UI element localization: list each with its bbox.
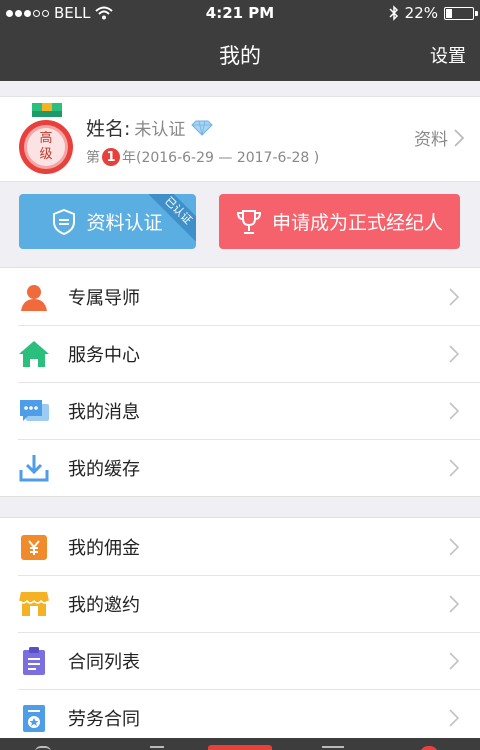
- name-value: 未认证: [134, 120, 186, 140]
- clipboard-icon: [18, 645, 50, 677]
- menu-item-mentor[interactable]: 专属导师: [0, 268, 480, 325]
- menu-label: 劳务合同: [68, 708, 140, 730]
- menu-item-invitations[interactable]: 我的邀约: [0, 575, 480, 632]
- menu-label: 我的佣金: [68, 537, 140, 559]
- tab-mine[interactable]: [420, 746, 438, 750]
- contract-icon: [18, 702, 50, 734]
- menu-label: 我的邀约: [68, 594, 140, 616]
- chevron-right-icon: [449, 402, 460, 420]
- wallet-icon: [18, 531, 50, 563]
- chevron-right-icon: [449, 345, 460, 363]
- user-icon: [18, 281, 50, 313]
- chevron-right-icon: [449, 538, 460, 556]
- menu-label: 合同列表: [68, 651, 140, 673]
- home-icon: [18, 338, 50, 370]
- battery-percent: 22%: [404, 4, 438, 22]
- apply-agent-button[interactable]: 申请成为正式经纪人: [219, 194, 460, 249]
- action-buttons: 资料认证 已认证 申请成为正式经纪人: [0, 182, 480, 266]
- nav-bar: 我的 设置: [0, 26, 480, 81]
- term-suffix: 年(2016-6-29 — 2017-6-28 ): [122, 150, 320, 166]
- bluetooth-icon: [389, 5, 398, 21]
- menu-item-commission[interactable]: 我的佣金: [0, 518, 480, 575]
- menu-item-cache[interactable]: 我的缓存: [0, 439, 480, 496]
- name-line: 姓名: 未认证: [86, 114, 214, 141]
- trophy-icon: [236, 209, 261, 234]
- message-icon: [18, 395, 50, 427]
- auth-button-label: 资料认证: [86, 212, 163, 234]
- apply-button-label: 申请成为正式经纪人: [271, 212, 443, 234]
- chevron-right-icon: [454, 128, 465, 147]
- profile-auth-button[interactable]: 资料认证 已认证: [19, 194, 196, 249]
- tab-discover[interactable]: [150, 746, 164, 750]
- menu-item-contract-list[interactable]: 合同列表: [0, 632, 480, 689]
- download-icon: [18, 452, 50, 484]
- tab-bar: [0, 738, 480, 750]
- term-prefix: 第: [86, 150, 100, 166]
- info-link-label: 资料: [414, 130, 448, 150]
- level-badge-text: 高级: [39, 131, 53, 162]
- chevron-right-icon: [449, 288, 460, 306]
- profile-info-link[interactable]: 资料: [414, 125, 466, 150]
- menu-label: 我的缓存: [68, 458, 140, 480]
- chevron-right-icon: [449, 709, 460, 727]
- tab-list[interactable]: [322, 746, 344, 750]
- profile-card[interactable]: 高级 姓名: 未认证 第 1 年(2016-6-29 — 2017-6-28 )…: [0, 96, 480, 182]
- term-number: 1: [102, 148, 120, 166]
- status-bar: BELL 4:21 PM 22%: [0, 0, 480, 26]
- menu-group-business: 我的佣金 我的邀约 合同列表 劳务合同: [0, 517, 480, 747]
- page-title: 我的: [219, 44, 261, 68]
- chevron-right-icon: [449, 595, 460, 613]
- menu-group-services: 专属导师 服务中心 我的消息 我的缓存: [0, 267, 480, 497]
- menu-label: 服务中心: [68, 344, 140, 366]
- chevron-right-icon: [449, 652, 460, 670]
- diamond-icon: [191, 120, 214, 136]
- battery-icon: [444, 6, 478, 20]
- shield-icon: [53, 208, 76, 235]
- menu-label: 我的消息: [68, 401, 140, 423]
- tab-center-active[interactable]: [208, 745, 272, 750]
- chevron-right-icon: [449, 459, 460, 477]
- membership-term: 第 1 年(2016-6-29 — 2017-6-28 ): [86, 147, 319, 167]
- tab-home[interactable]: [35, 746, 51, 750]
- name-label: 姓名:: [86, 118, 131, 140]
- menu-item-messages[interactable]: 我的消息: [0, 382, 480, 439]
- menu-item-service-center[interactable]: 服务中心: [0, 325, 480, 382]
- settings-button[interactable]: 设置: [430, 42, 466, 68]
- store-icon: [18, 588, 50, 620]
- menu-label: 专属导师: [68, 287, 140, 309]
